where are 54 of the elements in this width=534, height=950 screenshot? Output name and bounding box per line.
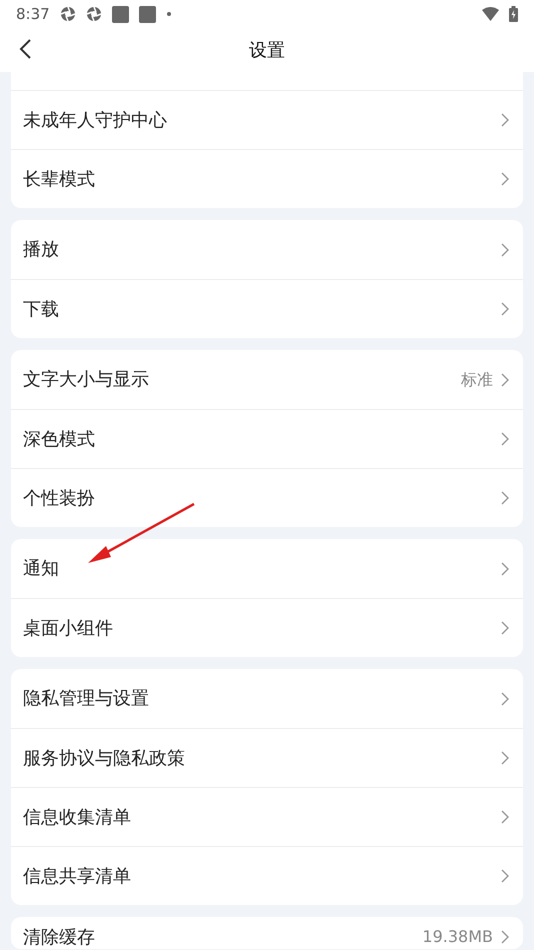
settings-row[interactable]: 桌面小组件 xyxy=(11,598,523,657)
aperture-icon xyxy=(86,6,102,22)
chevron-right-icon xyxy=(501,491,509,505)
chevron-right-icon xyxy=(501,113,509,127)
page-title: 设置 xyxy=(249,38,285,62)
row-label: 长辈模式 xyxy=(23,168,96,192)
settings-row[interactable]: 未成年人守护中心 xyxy=(11,90,523,149)
chevron-right-icon xyxy=(501,621,509,635)
settings-row[interactable]: 个性装扮 xyxy=(11,468,523,527)
row-label: 信息收集清单 xyxy=(23,806,132,830)
row-label: 下载 xyxy=(23,298,60,322)
wifi-icon xyxy=(482,7,499,21)
row-label: 服务协议与隐私政策 xyxy=(23,746,186,770)
chevron-right-icon xyxy=(501,562,509,576)
aperture-icon xyxy=(60,6,76,22)
battery-icon xyxy=(509,6,518,22)
chevron-right-icon xyxy=(501,372,509,386)
row-label: 桌面小组件 xyxy=(23,616,114,640)
settings-row[interactable]: 深色模式 xyxy=(11,409,523,468)
settings-row[interactable]: 文字大小与显示 标准 xyxy=(11,350,523,409)
chevron-right-icon xyxy=(501,692,509,706)
row-label: 播放 xyxy=(23,238,60,262)
row-label: 文字大小与显示 xyxy=(23,368,150,392)
settings-row[interactable]: 隐私管理与设置 xyxy=(11,669,523,728)
row-label: 深色模式 xyxy=(23,428,96,452)
chevron-right-icon xyxy=(501,242,509,256)
chevron-right-icon xyxy=(501,810,509,824)
settings-row[interactable]: 服务协议与隐私政策 xyxy=(11,728,523,787)
chevron-right-icon xyxy=(501,930,509,944)
back-icon[interactable] xyxy=(18,38,32,60)
dot-icon xyxy=(166,11,172,17)
row-label: 未成年人守护中心 xyxy=(23,108,168,132)
settings-row[interactable]: 信息共享清单 xyxy=(11,846,523,905)
settings-row[interactable]: 播放 xyxy=(11,220,523,279)
chevron-right-icon xyxy=(501,172,509,186)
row-label: 通知 xyxy=(23,557,60,581)
chevron-right-icon xyxy=(501,751,509,765)
square-icon xyxy=(138,6,156,22)
row-value: 19.38MB xyxy=(422,926,493,948)
row-label: 清除缓存 xyxy=(23,926,96,950)
row-label: 隐私管理与设置 xyxy=(23,687,150,711)
row-label: 个性装扮 xyxy=(23,486,96,510)
row-value: 标准 xyxy=(461,368,493,390)
row-label: 信息共享清单 xyxy=(23,864,132,888)
settings-row[interactable]: 信息收集清单 xyxy=(11,787,523,846)
settings-row[interactable]: 下载 xyxy=(11,279,523,338)
chevron-right-icon xyxy=(501,432,509,446)
chevron-right-icon xyxy=(501,869,509,883)
settings-row[interactable]: 长辈模式 xyxy=(11,149,523,208)
status-time: 8:37 xyxy=(16,4,50,25)
chevron-right-icon xyxy=(501,302,509,316)
settings-row[interactable]: 清除缓存 19.38MB xyxy=(11,917,523,949)
square-icon xyxy=(112,6,129,22)
settings-row[interactable]: 通知 xyxy=(11,539,523,598)
